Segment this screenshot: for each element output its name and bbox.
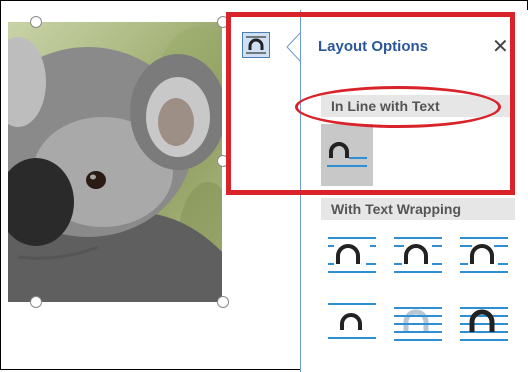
resize-handle-bottom-right[interactable]	[217, 296, 229, 308]
through-wrap-option[interactable]	[458, 234, 510, 276]
section-header-wrapping: With Text Wrapping	[321, 198, 515, 220]
tight-wrap-icon	[394, 237, 442, 273]
top-bottom-wrap-option[interactable]	[326, 300, 378, 342]
in-front-of-text-option[interactable]	[458, 300, 510, 342]
square-wrap-option[interactable]	[326, 234, 378, 276]
top-bottom-wrap-icon	[328, 303, 376, 339]
behind-text-option[interactable]	[392, 300, 444, 342]
behind-text-icon	[394, 307, 442, 341]
resize-handle-top-left[interactable]	[30, 16, 42, 28]
tight-wrap-option[interactable]	[392, 234, 444, 276]
through-wrap-icon	[460, 237, 508, 273]
resize-handle-bottom-left[interactable]	[30, 296, 42, 308]
koala-image[interactable]	[8, 22, 222, 302]
in-front-of-text-icon	[460, 307, 508, 341]
square-wrap-icon	[328, 237, 376, 273]
highlight-ellipse	[295, 86, 501, 128]
